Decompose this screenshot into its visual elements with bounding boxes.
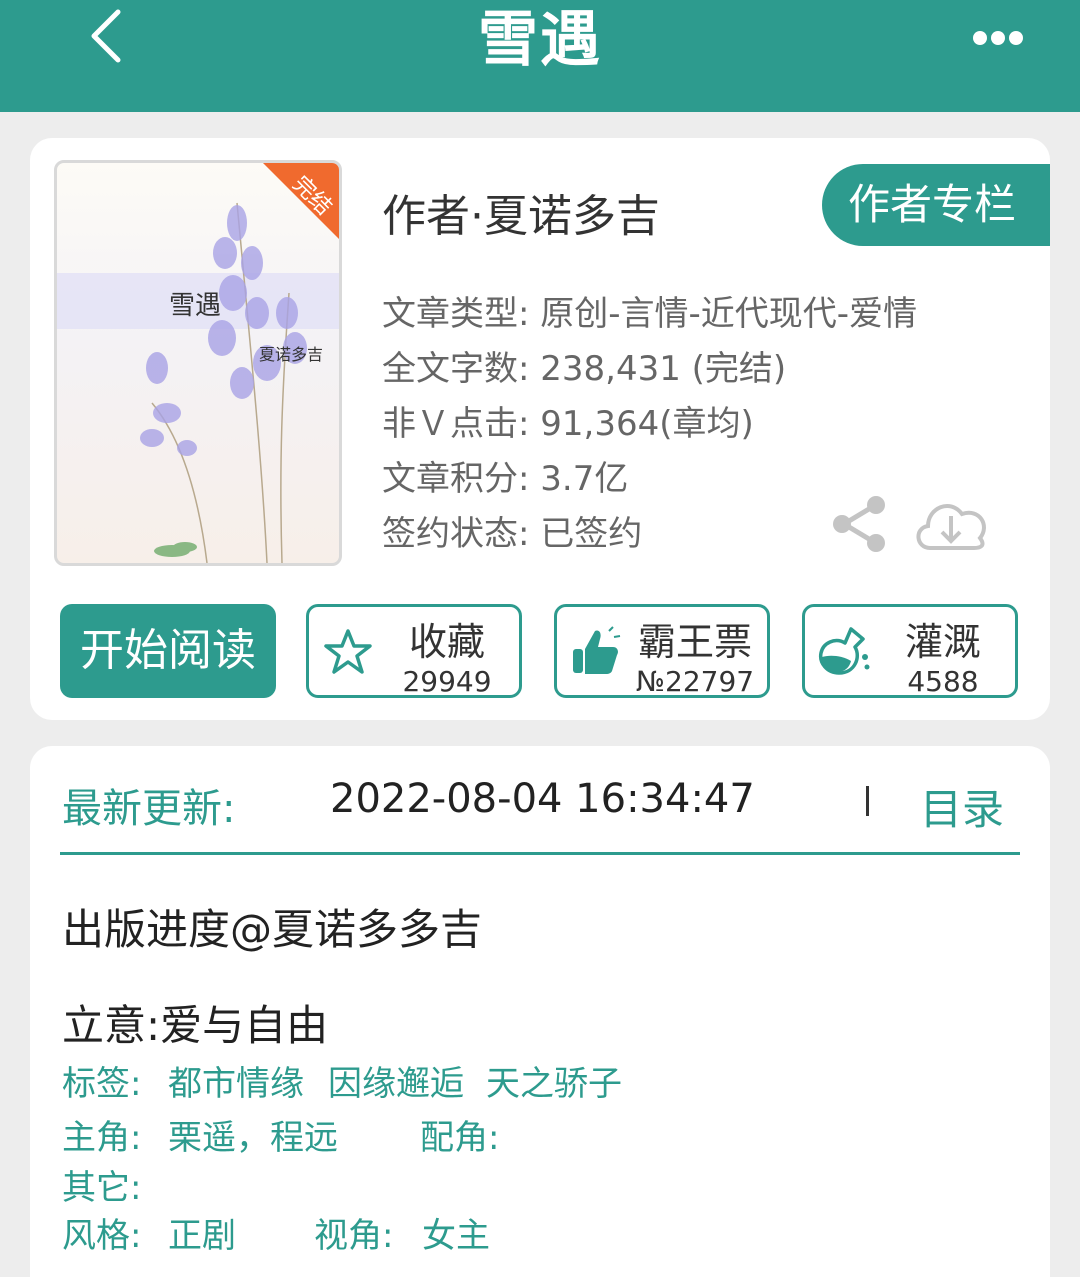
author-column-button[interactable]: 作者专栏 [822, 164, 1050, 246]
share-icon [833, 496, 885, 552]
favorite-button[interactable]: 收藏 29949 [306, 604, 522, 698]
latest-update-label: 最新更新: [62, 786, 236, 832]
ticket-button[interactable]: 霸王票 №22797 [554, 604, 770, 698]
book-info-card: 完结 雪遇 夏诺多吉 作者·夏诺多吉 作者专栏 文章类型: 原创-言情-近代现代… [30, 138, 1050, 720]
thumbs-up-icon [573, 626, 621, 674]
author-name[interactable]: 作者·夏诺多吉 [382, 180, 660, 244]
divider [866, 786, 869, 816]
other-label: 其它: [62, 1168, 142, 1208]
info-clicks: 非Ｖ点击: 91,364(章均) [382, 404, 754, 444]
share-button[interactable] [830, 494, 888, 554]
divider-line [60, 852, 1020, 855]
tag-item[interactable]: 都市情缘 [168, 1056, 304, 1105]
tag-item[interactable]: 因缘邂逅 [328, 1056, 464, 1105]
cover-author: 夏诺多吉 [259, 345, 324, 364]
nutrient-button[interactable]: 灌溉 4588 [802, 604, 1018, 698]
latest-update-time: 2022-08-04 16:34:47 [330, 776, 755, 822]
tags-label: 标签: [62, 1064, 142, 1104]
page-title: 雪遇 [478, 5, 602, 75]
info-sign-status: 签约状态: 已签约 [382, 514, 643, 554]
start-reading-button[interactable]: 开始阅读 [60, 604, 276, 698]
latest-chapter[interactable]: 出版进度@夏诺多多吉 [62, 896, 482, 957]
info-word-count: 全文字数: 238,431 (完结) [382, 349, 787, 389]
more-button[interactable] [966, 20, 1030, 56]
ticket-label: 霸王票 [637, 620, 752, 664]
cloud-download-icon [916, 504, 986, 550]
cover-title: 雪遇 [169, 291, 222, 321]
supporting-label: 配角: [420, 1118, 500, 1158]
protagonist-value: 栗遥，程远 [168, 1118, 338, 1158]
flask-icon [818, 627, 870, 675]
book-detail-card: 最新更新: 2022-08-04 16:34:47 目录 出版进度@夏诺多多吉 … [30, 746, 1050, 1277]
tag-item[interactable]: 天之骄子 [486, 1056, 622, 1105]
table-of-contents-button[interactable]: 目录 [920, 776, 1004, 837]
download-button[interactable] [910, 494, 992, 556]
top-bar: 雪遇 [0, 0, 1080, 112]
style-label: 风格: [62, 1216, 142, 1256]
info-category: 文章类型: 原创-言情-近代现代-爱情 [382, 294, 918, 334]
more-dots-icon [973, 31, 1023, 45]
book-theme: 立意:爱与自由 [62, 1001, 329, 1050]
favorite-label: 收藏 [408, 620, 485, 664]
perspective-label: 视角: [314, 1216, 394, 1256]
protagonist-label: 主角: [62, 1118, 142, 1158]
ticket-count: №22797 [635, 665, 755, 698]
favorite-count: 29949 [402, 665, 492, 698]
perspective-value: 女主 [422, 1216, 490, 1256]
nutrient-label: 灌溉 [904, 620, 981, 664]
star-icon [324, 629, 372, 674]
nutrient-count: 4588 [907, 665, 979, 698]
style-value: 正剧 [168, 1216, 236, 1256]
info-score: 文章积分: 3.7亿 [382, 459, 629, 499]
book-cover[interactable]: 完结 雪遇 夏诺多吉 [54, 160, 342, 566]
